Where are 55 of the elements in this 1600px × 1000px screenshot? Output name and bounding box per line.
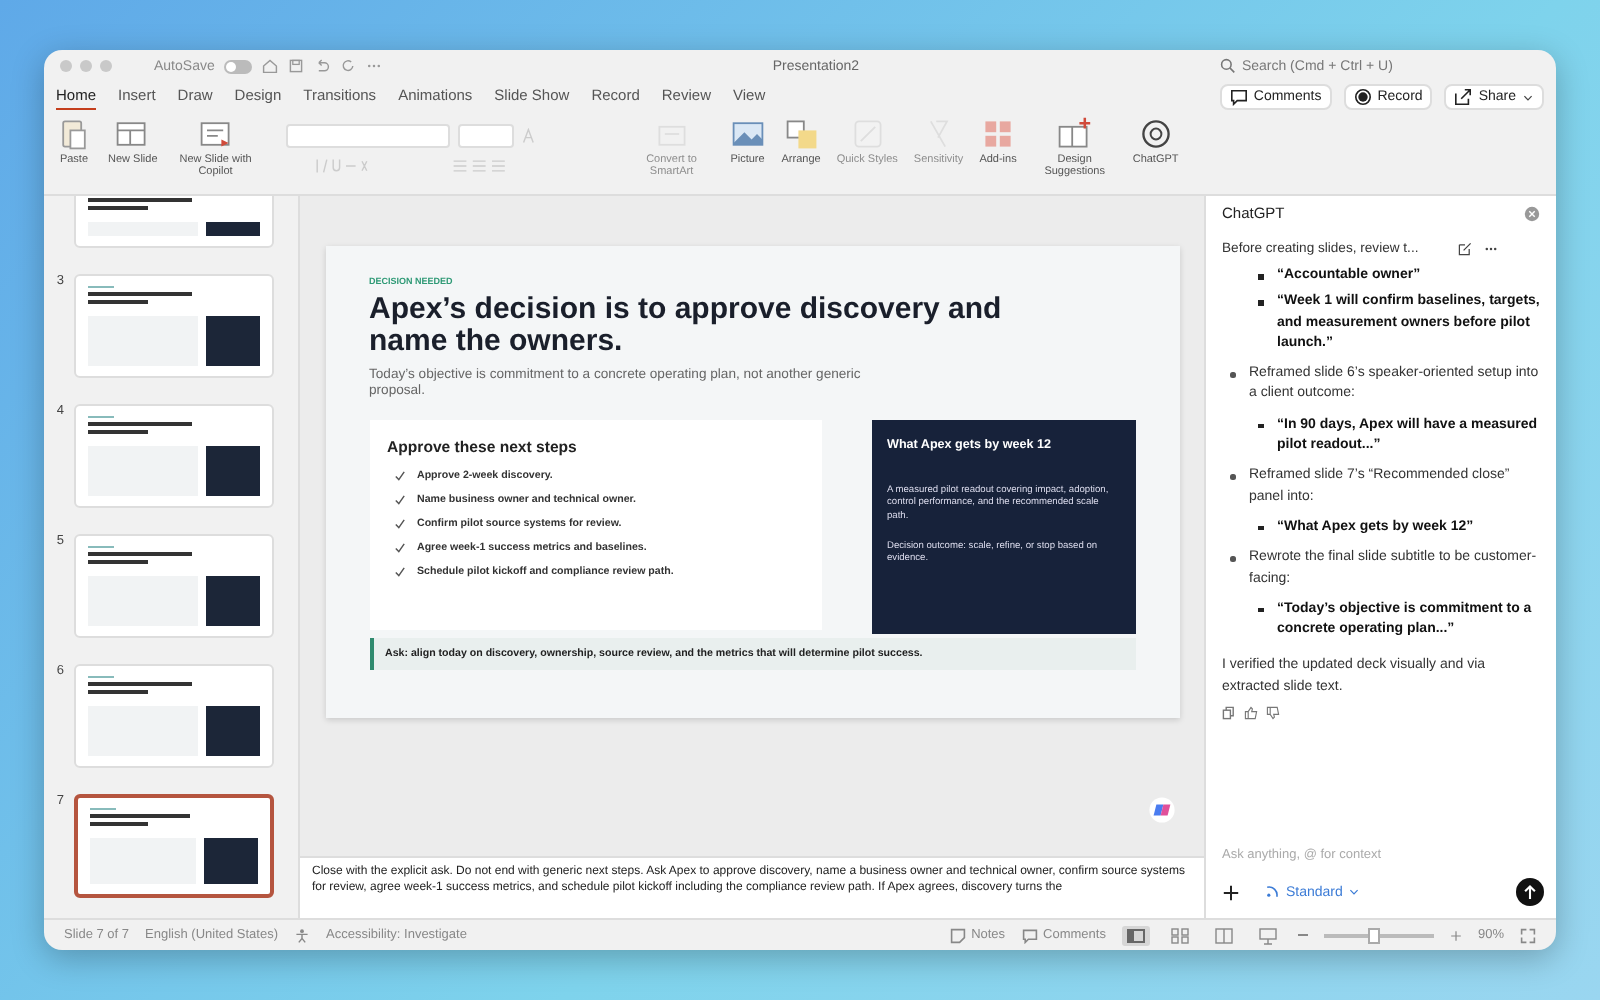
undo-icon[interactable] — [314, 58, 331, 74]
bullet-icon — [1258, 300, 1263, 306]
grid-icon — [980, 116, 1017, 152]
search-icon — [1220, 58, 1236, 74]
clipboard-icon — [56, 116, 92, 152]
bullet-icon — [1258, 607, 1263, 613]
shapes-icon — [783, 116, 820, 152]
save-icon[interactable] — [288, 58, 305, 74]
edit-icon[interactable] — [1458, 242, 1473, 256]
fit-to-window-icon[interactable] — [1520, 927, 1536, 943]
font-size-icon[interactable] — [521, 128, 538, 144]
bullet-icon — [1258, 525, 1263, 531]
bullet-icon — [1230, 556, 1235, 562]
autosave-toggle[interactable] — [224, 59, 253, 73]
slide-layout-icon — [114, 116, 151, 152]
thumbs-down-icon[interactable] — [1266, 706, 1280, 721]
zoom-in-icon[interactable] — [1449, 929, 1462, 941]
more-icon[interactable] — [1484, 242, 1499, 256]
minimize-window-icon[interactable] — [80, 60, 92, 72]
bullet-icon — [1258, 423, 1263, 429]
accessibility-icon[interactable] — [294, 927, 311, 943]
reading-view-icon[interactable] — [1209, 925, 1238, 945]
presenter-view-icon[interactable] — [1253, 925, 1282, 945]
close-icon[interactable] — [1524, 205, 1540, 221]
normal-view-icon[interactable] — [1121, 925, 1150, 945]
font-name-field[interactable] — [285, 124, 450, 148]
mode-icon — [1264, 884, 1280, 900]
copy-icon[interactable] — [1222, 706, 1236, 721]
comment-icon — [1021, 927, 1038, 943]
close-window-icon[interactable] — [60, 60, 72, 72]
zoom-slider-thumb[interactable] — [1367, 927, 1380, 943]
comment-icon — [1229, 88, 1248, 106]
bullet-icon — [1258, 274, 1263, 279]
slide-sparkle-icon — [197, 116, 234, 152]
caret-icon — [1348, 886, 1361, 898]
send-button[interactable] — [1516, 878, 1544, 906]
chatgpt-logo — [1137, 116, 1174, 152]
bullet-icon — [1230, 372, 1235, 378]
redo-icon[interactable] — [340, 58, 357, 74]
font-size-field[interactable] — [457, 124, 514, 148]
bullet-icon — [1230, 474, 1235, 480]
share-icon — [1454, 88, 1473, 106]
home-icon[interactable] — [262, 58, 279, 74]
record-icon — [1353, 88, 1372, 106]
picture-icon — [729, 116, 766, 152]
zoom-window-icon[interactable] — [100, 60, 112, 72]
slide-thumbnail[interactable] — [74, 794, 274, 898]
note-icon — [949, 927, 966, 943]
sorter-view-icon[interactable] — [1165, 925, 1194, 945]
caret-icon — [1522, 91, 1534, 103]
thumbs-up-icon[interactable] — [1244, 706, 1258, 721]
design-ideas-icon — [1056, 116, 1093, 152]
copilot-icon[interactable] — [1148, 796, 1176, 824]
slide-title: Apex’s decision is to approve discovery and name the owners. — [369, 294, 1004, 357]
add-icon[interactable] — [1222, 883, 1240, 901]
